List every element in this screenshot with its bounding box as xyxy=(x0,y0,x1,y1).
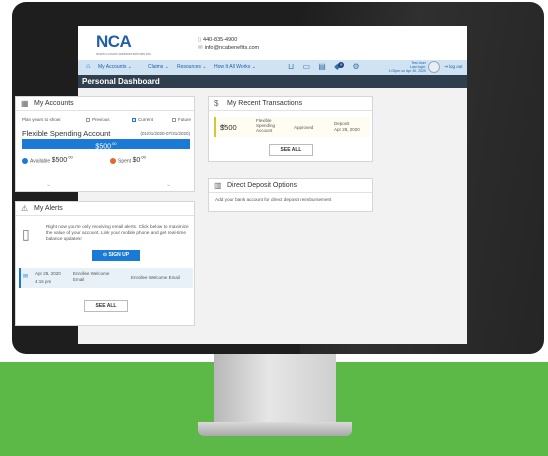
spent-amount: $0.00 xyxy=(132,155,146,165)
phone-icon: ▯ xyxy=(198,37,202,43)
chat-icon[interactable]: ▭ xyxy=(302,62,310,71)
chevron-down-icon[interactable]: ⌄ xyxy=(166,181,171,188)
nav-my-accounts[interactable]: My Accounts ⌄ xyxy=(98,64,132,70)
my-alerts-title: My Alerts xyxy=(34,205,63,212)
monitor-base xyxy=(198,422,352,436)
nav-how-it-works[interactable]: How It All Works ⌄ xyxy=(214,64,256,70)
transactions-title: My Recent Transactions xyxy=(227,100,303,107)
account-date-range: (01/01/2020-07/31/2020) xyxy=(140,131,190,136)
nav-icon-group: ⊔ ▭ ▤ ◆9 ⚙ xyxy=(288,62,366,71)
phone-icon: ▯ xyxy=(22,226,30,242)
logout-link[interactable]: ⇥ log out xyxy=(444,64,463,70)
checkbox-current[interactable] xyxy=(132,117,136,122)
transaction-date: Apr 28, 2020 xyxy=(334,127,360,132)
my-accounts-title: My Accounts xyxy=(34,100,74,107)
chevron-down-icon[interactable]: ⌄ xyxy=(46,181,51,188)
alert-row[interactable]: ✉ Apr 28, 2020 4:15 pm Enrollee Welcome … xyxy=(19,268,193,288)
main-nav: ⌂ My Accounts ⌄ Claims ⌄ Resources ⌄ How… xyxy=(78,60,467,75)
recent-transactions-card: $ My Recent Transactions $500.00 Flexible… xyxy=(208,96,373,162)
option-current[interactable]: Current xyxy=(132,117,153,122)
page-title: Personal Dashboard xyxy=(82,77,160,86)
warning-icon: ⚠ xyxy=(21,204,29,213)
transaction-type: Deposit xyxy=(334,121,350,126)
account-name[interactable]: Flexible Spending Account xyxy=(22,129,110,138)
calendar-icon: ▦ xyxy=(21,99,29,108)
transaction-description: Flexible Spending Account xyxy=(256,118,276,133)
avatar[interactable] xyxy=(428,61,440,73)
my-accounts-card: ▦ My Accounts Plan years to show: Previou… xyxy=(15,96,195,192)
checkbox-future[interactable] xyxy=(172,117,176,122)
option-future[interactable]: Future xyxy=(172,117,191,122)
alerts-see-all-button[interactable]: SEE ALL xyxy=(84,300,128,312)
option-previous[interactable]: Previous xyxy=(86,117,110,122)
monitor-stand xyxy=(214,354,336,426)
bank-icon: ▥ xyxy=(214,181,222,190)
alert-subject: Enrollee Welcome Email xyxy=(73,271,110,282)
card-icon[interactable]: ▤ xyxy=(318,62,326,71)
dollar-icon: $ xyxy=(214,99,219,108)
alert-date: Apr 28, 2020 xyxy=(35,271,61,276)
nca-logo[interactable]: NCA NORTH COAST ADMINISTRATORS INC. xyxy=(96,32,152,56)
contact-info: ▯ 440-835-4900 ✉ info@ncabenefits.com xyxy=(198,36,259,52)
transactions-see-all-button[interactable]: SEE ALL xyxy=(269,144,313,156)
last-login: 1:02pm on Apr 30, 2020 xyxy=(388,69,426,73)
checkbox-previous[interactable] xyxy=(86,117,90,122)
stage: NCA NORTH COAST ADMINISTRATORS INC. ▯ 440… xyxy=(0,0,548,456)
nav-claims[interactable]: Claims ⌄ xyxy=(148,64,169,70)
sign-up-button[interactable]: ⊙ SIGN UP xyxy=(92,250,140,261)
home-icon[interactable]: ⌂ xyxy=(86,63,90,70)
cart-icon[interactable]: ⊔ xyxy=(288,62,294,71)
nav-resources[interactable]: Resources ⌄ xyxy=(177,64,207,70)
plan-years-label: Plan years to show: xyxy=(22,117,62,122)
email-link[interactable]: info@ncabenefits.com xyxy=(205,45,260,51)
spent-legend: Spent $0.00 xyxy=(110,155,146,164)
email-icon: ✉ xyxy=(198,45,203,51)
user-info: Test User Last login: 1:02pm on Apr 30, … xyxy=(384,61,426,74)
direct-deposit-text[interactable]: Add your bank account for direct deposit… xyxy=(215,197,365,203)
spent-dot xyxy=(110,158,116,164)
transaction-amount: $500.00 xyxy=(220,123,237,132)
phone-number: 440-835-4900 xyxy=(203,37,238,43)
my-alerts-card: ⚠ My Alerts ▯ Right now you're only recei… xyxy=(15,201,195,326)
gear-icon[interactable]: ⚙ xyxy=(352,62,359,71)
balance-bar: $500.00 xyxy=(22,139,190,150)
available-dot xyxy=(22,158,28,164)
direct-deposit-card: ▥ Direct Deposit Options Add your bank ac… xyxy=(208,178,373,212)
alert-message: Right now you're only receiving email al… xyxy=(46,224,189,241)
alert-type: Enrollee Welcome Email xyxy=(131,275,180,280)
site-header: NCA NORTH COAST ADMINISTRATORS INC. ▯ 440… xyxy=(78,26,467,60)
mail-icon: ✉ xyxy=(23,274,29,280)
notification-badge: 9 xyxy=(338,62,345,68)
transaction-row[interactable]: $500.00 Flexible Spending Account Approv… xyxy=(214,117,370,137)
direct-deposit-title: Direct Deposit Options xyxy=(227,182,298,189)
page-title-bar: Personal Dashboard xyxy=(78,75,467,88)
transaction-status: Approved xyxy=(294,125,314,130)
alert-time: 4:15 pm xyxy=(35,279,52,284)
available-amount: $500.00 xyxy=(51,155,73,165)
available-legend: Available $500.00 xyxy=(22,155,73,164)
